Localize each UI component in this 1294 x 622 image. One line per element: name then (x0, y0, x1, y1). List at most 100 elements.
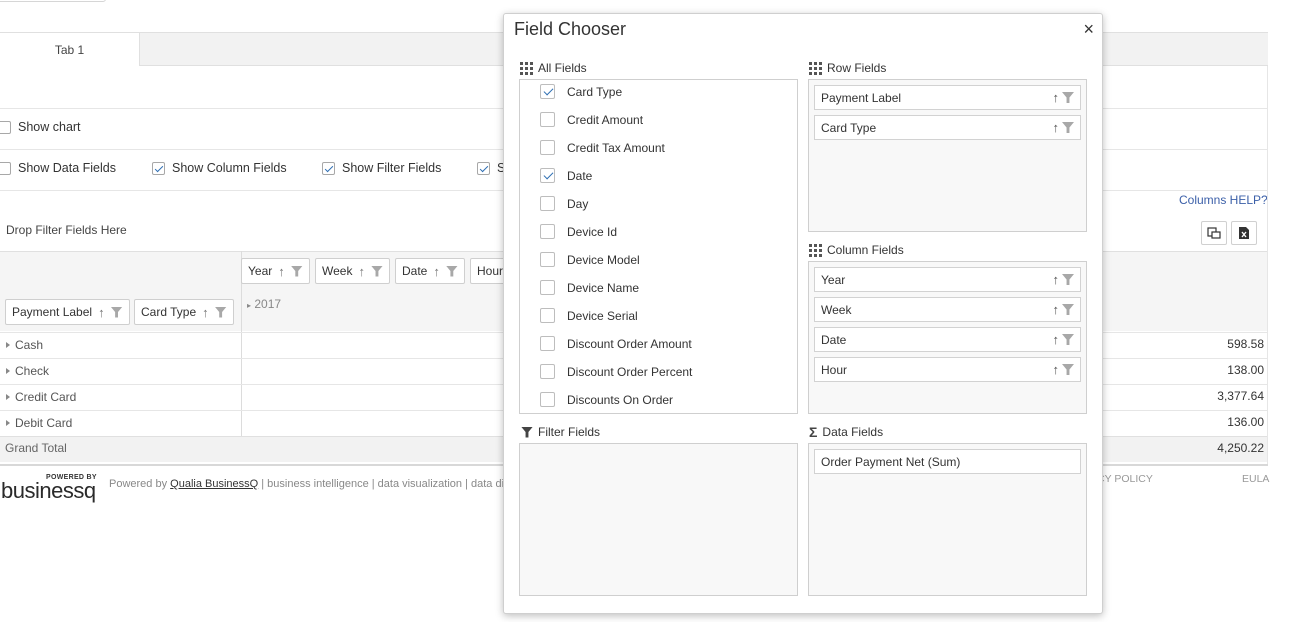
tab-1[interactable]: Tab 1 (0, 32, 140, 66)
checkbox[interactable] (540, 112, 555, 127)
chip-label: Year (821, 272, 846, 287)
show-chart-checkbox[interactable] (0, 120, 11, 134)
column-fields-area[interactable]: Year ↑ Week ↑ Date ↑ Hour ↑ (808, 261, 1087, 414)
businessq-logo: businessq (1, 478, 96, 503)
field-label: Device Model (567, 252, 640, 267)
funnel-icon[interactable] (1062, 92, 1074, 103)
column-field-year[interactable]: Year ↑ (814, 267, 1081, 292)
funnel-icon[interactable] (1062, 274, 1074, 285)
row-header-check[interactable]: Check (6, 364, 49, 378)
eula-link[interactable]: EULA (1242, 473, 1269, 485)
sort-arrow-icon[interactable]: ↑ (98, 305, 105, 320)
checkbox[interactable] (540, 252, 555, 267)
funnel-icon[interactable] (1062, 364, 1074, 375)
field-device-model[interactable]: Device Model (540, 252, 640, 267)
checkbox[interactable] (540, 280, 555, 295)
sort-arrow-icon[interactable]: ↑ (1053, 120, 1060, 135)
row-chip-payment-label[interactable]: Payment Label ↑ (5, 299, 130, 325)
field-device-id[interactable]: Device Id (540, 224, 617, 239)
show-column-fields-option[interactable]: Show Column Fields (152, 161, 287, 175)
funnel-icon[interactable] (1062, 304, 1074, 315)
funnel-icon[interactable] (214, 306, 227, 318)
checkbox[interactable] (540, 84, 555, 99)
field-card-type[interactable]: Card Type (540, 84, 622, 99)
sort-arrow-icon[interactable]: ↑ (1053, 302, 1060, 317)
data-field-order-payment-net[interactable]: Order Payment Net (Sum) (814, 449, 1081, 474)
year-header[interactable]: ▸ 2017 (247, 297, 281, 311)
column-field-week[interactable]: Week ↑ (814, 297, 1081, 322)
sort-arrow-icon[interactable]: ↑ (1053, 362, 1060, 377)
column-chip-week[interactable]: Week ↑ (315, 258, 390, 284)
row-label: Cash (15, 338, 44, 352)
sort-arrow-icon[interactable]: ↑ (433, 264, 440, 279)
funnel-icon[interactable] (110, 306, 123, 318)
row-field-card-type[interactable]: Card Type ↑ (814, 115, 1081, 140)
funnel-icon[interactable] (1062, 122, 1074, 133)
sort-arrow-icon[interactable]: ↑ (1053, 332, 1060, 347)
checkbox[interactable] (540, 224, 555, 239)
row-header-credit-card[interactable]: Credit Card (6, 390, 76, 404)
column-field-hour[interactable]: Hour ↑ (814, 357, 1081, 382)
field-credit-tax-amount[interactable]: Credit Tax Amount (540, 140, 665, 155)
field-credit-amount[interactable]: Credit Amount (540, 112, 643, 127)
filter-fields-area[interactable] (519, 443, 798, 596)
columns-help-link[interactable]: Columns HELP? (1179, 193, 1268, 207)
show-option-checkbox[interactable] (477, 161, 490, 175)
column-field-date[interactable]: Date ↑ (814, 327, 1081, 352)
sort-arrow-icon[interactable]: ↑ (358, 264, 365, 279)
show-chart-option[interactable]: Show chart (0, 120, 81, 134)
funnel-icon[interactable] (290, 265, 303, 277)
field-discount-order-amount[interactable]: Discount Order Amount (540, 336, 692, 351)
excel-export-button[interactable] (1231, 221, 1257, 245)
sort-arrow-icon[interactable]: ↑ (278, 264, 285, 279)
close-icon[interactable]: × (1083, 19, 1094, 39)
top-toolbar-stub[interactable] (0, 0, 106, 2)
checkbox[interactable] (540, 364, 555, 379)
row-fields-area[interactable]: Payment Label ↑ Card Type ↑ (808, 79, 1087, 232)
data-fields-area[interactable]: Order Payment Net (Sum) (808, 443, 1087, 596)
caret-right-icon[interactable] (6, 342, 10, 348)
field-discounts-on-order[interactable]: Discounts On Order (540, 392, 673, 407)
caret-right-icon[interactable] (6, 420, 10, 426)
row-chip-card-type[interactable]: Card Type ↑ (134, 299, 234, 325)
show-data-fields-option[interactable]: Show Data Fields (0, 161, 116, 175)
show-column-fields-checkbox[interactable] (152, 161, 165, 175)
row-header-cash[interactable]: Cash (6, 338, 43, 352)
show-filter-fields-option[interactable]: Show Filter Fields (322, 161, 441, 175)
checkbox[interactable] (540, 336, 555, 351)
sort-arrow-icon[interactable]: ↑ (202, 305, 209, 320)
fullscreen-button[interactable] (1201, 221, 1227, 245)
field-discount-order-percent[interactable]: Discount Order Percent (540, 364, 692, 379)
sort-arrow-icon[interactable]: ↑ (1053, 90, 1060, 105)
powered-suffix: | business intelligence | data visualiza… (258, 478, 516, 490)
caret-right-icon[interactable] (6, 368, 10, 374)
pivot-right-border (1267, 66, 1268, 464)
field-device-serial[interactable]: Device Serial (540, 308, 638, 323)
field-day[interactable]: Day (540, 196, 588, 211)
caret-right-icon[interactable] (6, 394, 10, 400)
checkbox[interactable] (540, 168, 555, 183)
show-option-truncated[interactable]: S (477, 161, 505, 175)
checkbox[interactable] (540, 308, 555, 323)
privacy-policy-link[interactable]: CY POLICY (1097, 473, 1153, 485)
row-header-debit-card[interactable]: Debit Card (6, 416, 72, 430)
grid-icon (809, 61, 822, 75)
drop-filter-area[interactable]: Drop Filter Fields Here (6, 223, 127, 237)
funnel-icon[interactable] (370, 265, 383, 277)
column-chip-year[interactable]: Year ↑ (241, 258, 310, 284)
checkbox[interactable] (540, 196, 555, 211)
show-data-fields-checkbox[interactable] (0, 161, 11, 175)
column-chip-date[interactable]: Date ↑ (395, 258, 465, 284)
qualia-link[interactable]: Qualia BusinessQ (170, 478, 258, 490)
row-field-payment-label[interactable]: Payment Label ↑ (814, 85, 1081, 110)
show-filter-fields-checkbox[interactable] (322, 161, 335, 175)
all-fields-list[interactable]: Card Type Credit Amount Credit Tax Amoun… (519, 79, 798, 414)
funnel-icon[interactable] (1062, 334, 1074, 345)
checkbox[interactable] (540, 392, 555, 407)
field-device-name[interactable]: Device Name (540, 280, 639, 295)
sort-arrow-icon[interactable]: ↑ (1053, 272, 1060, 287)
field-date[interactable]: Date (540, 168, 592, 183)
funnel-icon[interactable] (445, 265, 458, 277)
field-label: Device Id (567, 224, 618, 239)
checkbox[interactable] (540, 140, 555, 155)
